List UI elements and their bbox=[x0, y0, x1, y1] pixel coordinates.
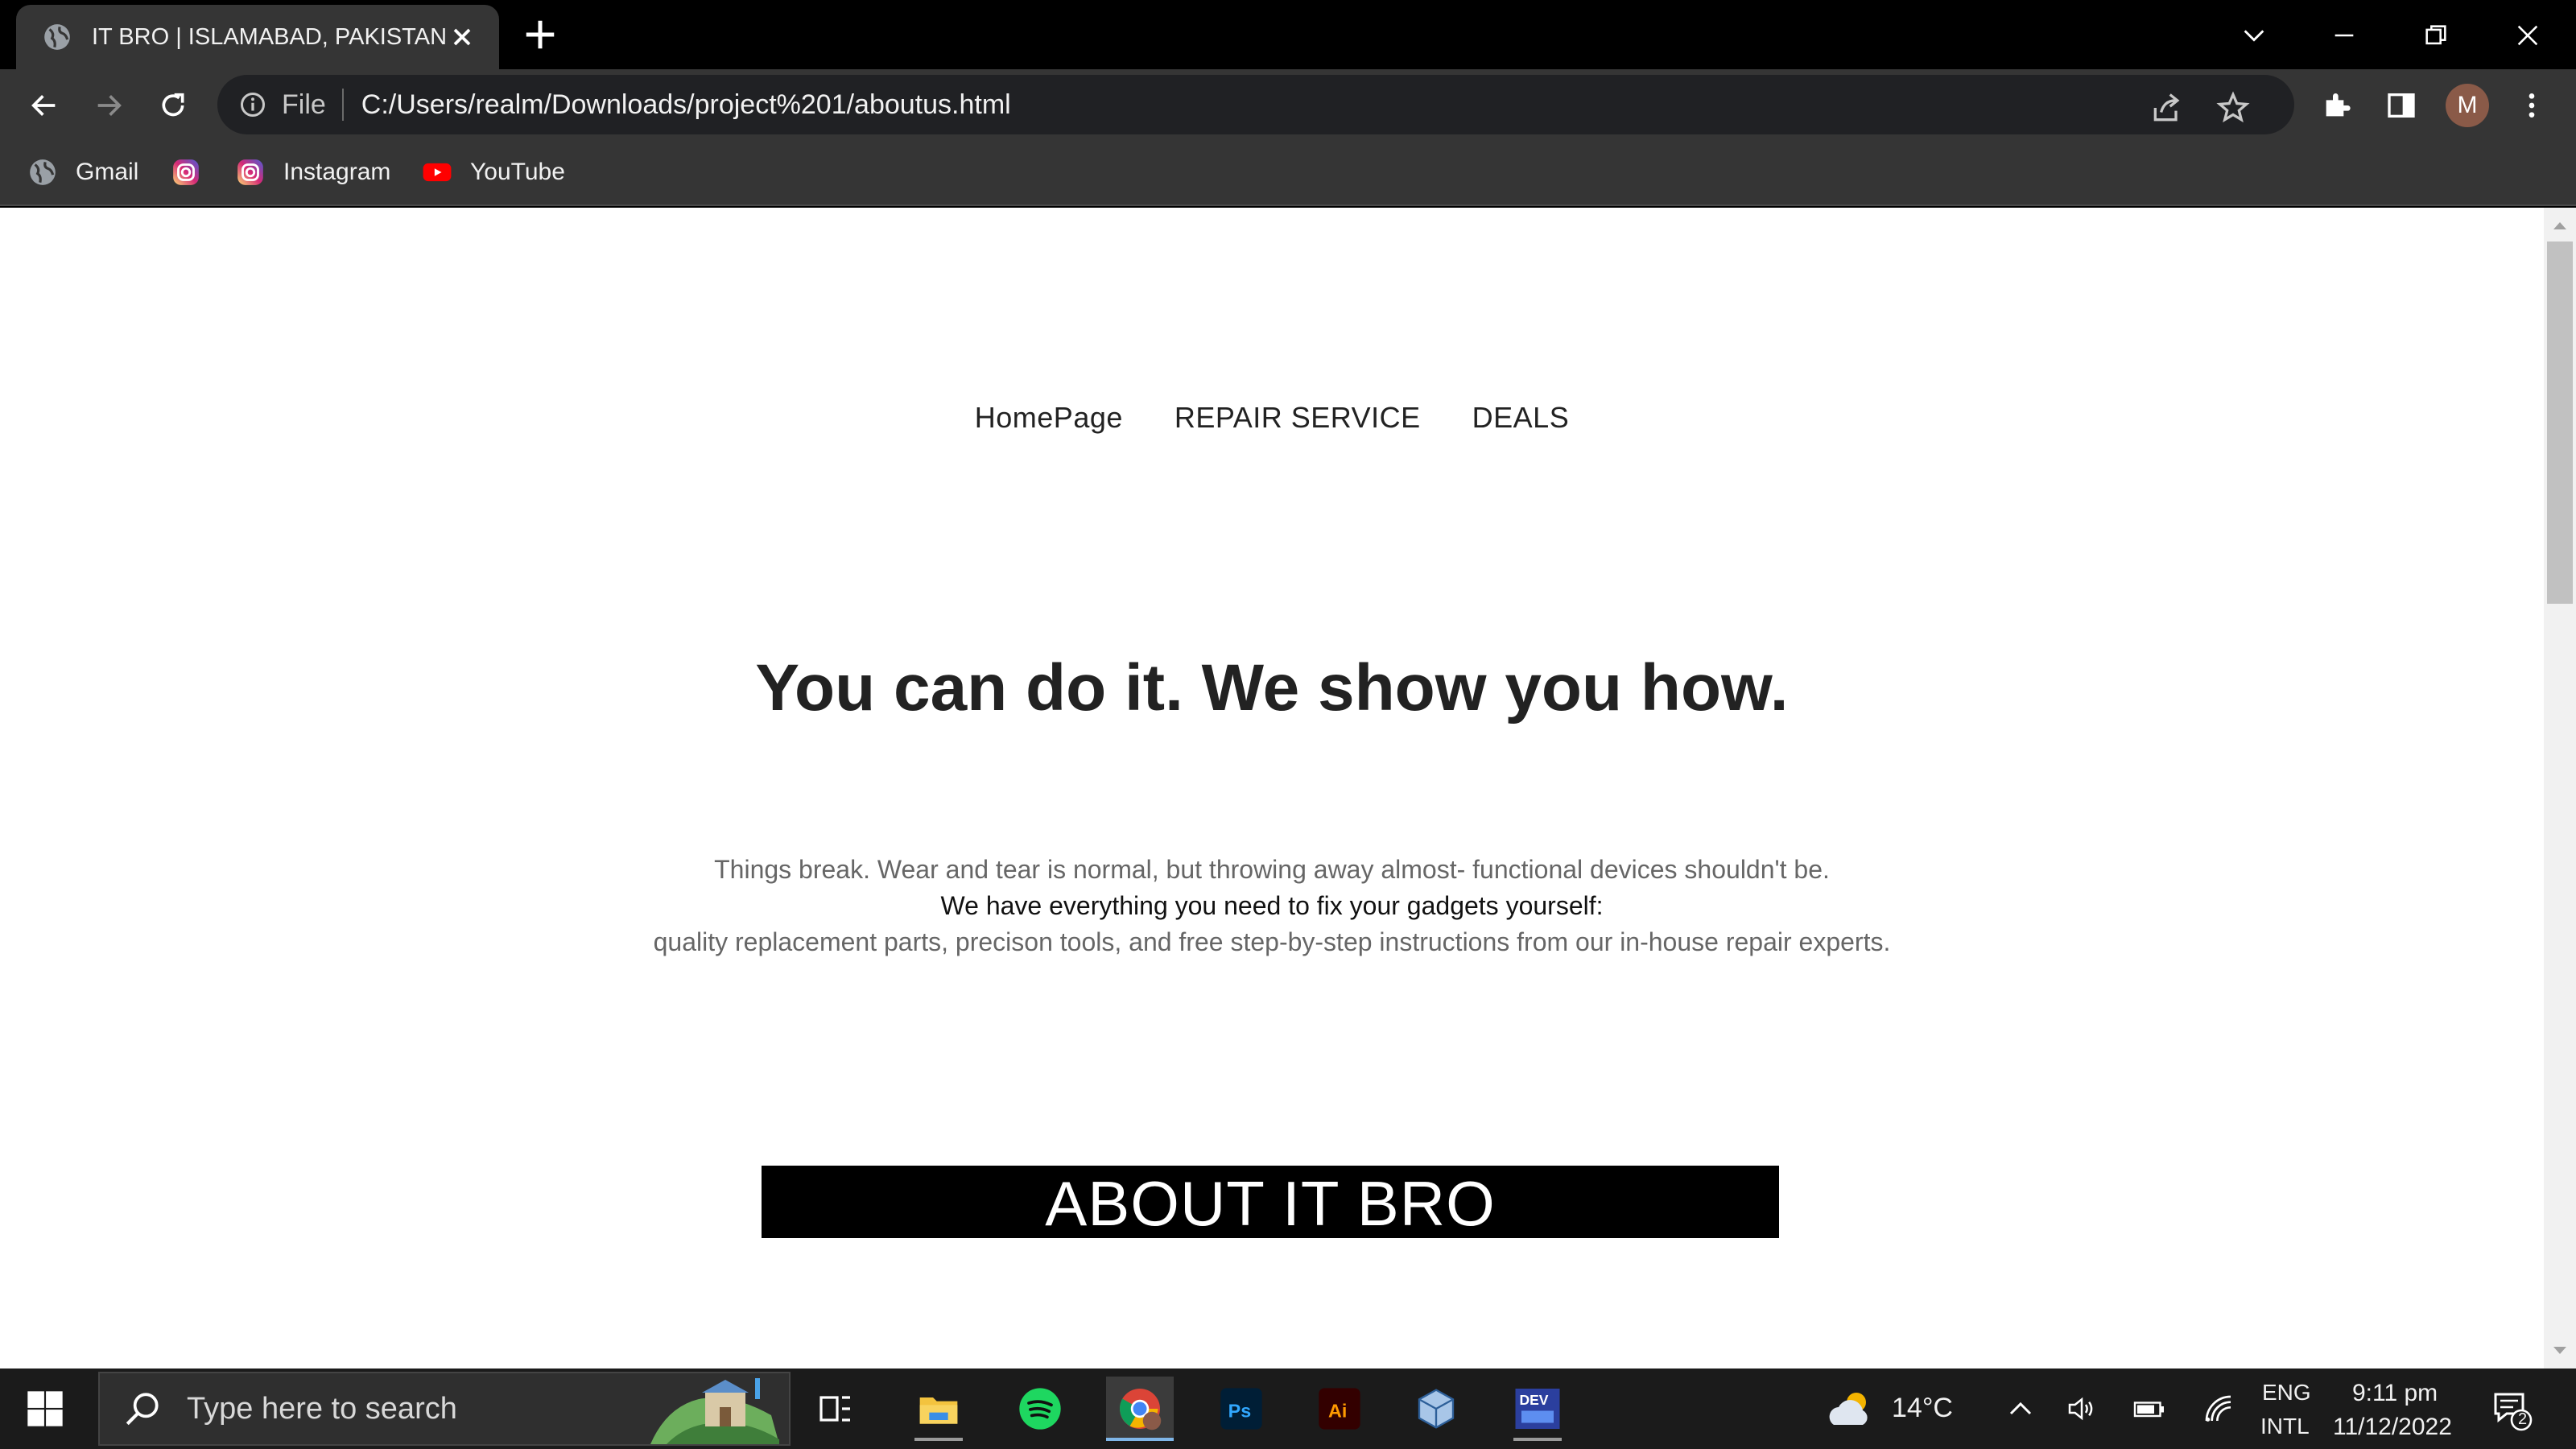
minimize-icon[interactable] bbox=[2320, 11, 2368, 60]
folder-icon bbox=[919, 1397, 958, 1424]
browser-toolbar: File C:/Users/realm/Downloads/project%20… bbox=[0, 69, 2576, 142]
address-separator bbox=[341, 89, 344, 121]
instagram-icon bbox=[173, 159, 199, 185]
bookmark-label: Gmail bbox=[76, 159, 139, 185]
volume-icon[interactable] bbox=[2066, 1393, 2098, 1425]
reload-icon bbox=[162, 93, 184, 117]
battery-icon[interactable] bbox=[2133, 1394, 2165, 1423]
star-icon[interactable] bbox=[2215, 90, 2251, 126]
close-tab-icon[interactable] bbox=[448, 23, 477, 52]
svg-text:Ps: Ps bbox=[1228, 1401, 1252, 1422]
youtube-icon bbox=[423, 163, 452, 182]
info-icon[interactable] bbox=[238, 90, 267, 119]
clock-time[interactable]: 9:11 pm bbox=[2352, 1380, 2438, 1407]
kebab-menu-icon bbox=[2529, 93, 2535, 118]
hero-title: You can do it. We show you how. bbox=[755, 651, 1789, 724]
description-line-3: quality replacement parts, precison tool… bbox=[653, 927, 1891, 956]
task-view-button[interactable] bbox=[802, 1377, 869, 1441]
profile-avatar[interactable]: M bbox=[2446, 84, 2489, 127]
page-viewport: HomePage REPAIR SERVICE DEALS You can do… bbox=[0, 208, 2544, 1368]
browser-tab[interactable]: IT BRO | ISLAMABAD, PAKISTAN bbox=[16, 5, 499, 69]
taskbar-file-explorer[interactable] bbox=[905, 1377, 972, 1441]
puzzle-icon bbox=[2326, 93, 2351, 117]
reload-button[interactable] bbox=[151, 84, 195, 127]
tab-search-icon[interactable] bbox=[2230, 11, 2278, 60]
search-placeholder: Type here to search bbox=[187, 1391, 457, 1426]
restore-icon[interactable] bbox=[2412, 11, 2460, 60]
description-line-1: Things break. Wear and tear is normal, b… bbox=[714, 855, 1830, 884]
windows-start-icon[interactable] bbox=[24, 1388, 66, 1430]
running-indicator bbox=[1513, 1438, 1562, 1441]
windows-taskbar: Type here to search Ps Ai DEV 14°C ENG I… bbox=[0, 1368, 2576, 1449]
svg-text:DEV: DEV bbox=[1520, 1392, 1549, 1408]
scrollbar-thumb[interactable] bbox=[2547, 242, 2573, 604]
search-highlight-illustration bbox=[650, 1378, 779, 1444]
virtualbox-icon bbox=[1418, 1389, 1455, 1429]
instagram-icon bbox=[237, 159, 263, 185]
side-panel-button[interactable] bbox=[2380, 84, 2423, 127]
clock-date[interactable]: 11/12/2022 bbox=[2333, 1414, 2452, 1441]
bookmarks-bar: Gmail Instagram YouTube bbox=[0, 142, 2576, 206]
chrome-icon bbox=[1119, 1389, 1162, 1430]
weather-cloud-sun-icon[interactable] bbox=[1824, 1386, 1876, 1431]
globe-icon bbox=[30, 159, 56, 185]
taskbar-dev-cpp[interactable]: DEV bbox=[1504, 1377, 1571, 1441]
taskbar-illustrator[interactable]: Ai bbox=[1306, 1377, 1373, 1441]
running-indicator bbox=[1106, 1438, 1174, 1441]
new-tab-icon[interactable] bbox=[522, 16, 559, 53]
taskbar-chrome[interactable] bbox=[1106, 1377, 1174, 1441]
language-indicator[interactable]: ENG bbox=[2262, 1380, 2311, 1406]
url-text[interactable]: C:/Users/realm/Downloads/project%201/abo… bbox=[361, 89, 1011, 121]
bookmark-instagram[interactable]: Instagram bbox=[235, 153, 390, 192]
description-line-2: We have everything you need to fix your … bbox=[940, 891, 1604, 920]
wifi-icon[interactable] bbox=[2202, 1393, 2235, 1425]
scroll-up-icon[interactable] bbox=[2552, 219, 2568, 232]
bookmark-instagram-icon-only[interactable] bbox=[171, 153, 219, 192]
tab-title: IT BRO | ISLAMABAD, PAKISTAN bbox=[92, 23, 448, 50]
bookmark-label: YouTube bbox=[470, 159, 565, 185]
taskbar-photoshop[interactable]: Ps bbox=[1208, 1377, 1275, 1441]
weather-temperature[interactable]: 14°C bbox=[1892, 1393, 1953, 1424]
search-icon bbox=[126, 1393, 159, 1426]
side-panel-icon bbox=[2388, 93, 2415, 118]
nav-repair-service[interactable]: REPAIR SERVICE bbox=[1174, 401, 1421, 435]
taskbar-search-box[interactable]: Type here to search bbox=[98, 1372, 791, 1446]
dev-cpp-icon: DEV bbox=[1515, 1389, 1560, 1429]
share-icon[interactable] bbox=[2149, 90, 2185, 126]
back-arrow-icon bbox=[31, 95, 56, 116]
show-hidden-icons-icon[interactable] bbox=[2006, 1394, 2035, 1423]
running-indicator bbox=[914, 1438, 963, 1441]
nav-homepage[interactable]: HomePage bbox=[975, 401, 1123, 435]
intro-description: Things break. Wear and tear is normal, b… bbox=[0, 852, 2544, 960]
svg-text:Ai: Ai bbox=[1328, 1401, 1347, 1422]
close-window-icon[interactable] bbox=[2504, 11, 2552, 60]
keyboard-layout-indicator[interactable]: INTL bbox=[2260, 1414, 2310, 1439]
bookmark-label: Instagram bbox=[283, 159, 391, 185]
scroll-down-icon[interactable] bbox=[2552, 1344, 2568, 1357]
taskbar-virtualbox[interactable] bbox=[1402, 1377, 1470, 1441]
notification-count-badge: 2 bbox=[2518, 1410, 2528, 1428]
spotify-icon bbox=[1019, 1388, 1061, 1430]
globe-icon bbox=[44, 24, 70, 50]
forward-button[interactable] bbox=[87, 84, 130, 127]
bookmark-gmail[interactable]: Gmail bbox=[27, 153, 138, 192]
about-heading: ABOUT IT BRO bbox=[762, 1166, 1779, 1239]
forward-arrow-icon bbox=[97, 95, 122, 116]
back-button[interactable] bbox=[23, 84, 66, 127]
extensions-button[interactable] bbox=[2315, 84, 2359, 127]
nav-deals[interactable]: DEALS bbox=[1472, 401, 1570, 435]
address-prefix: File bbox=[282, 89, 326, 120]
site-nav: HomePage REPAIR SERVICE DEALS bbox=[0, 401, 2544, 435]
page-scrollbar[interactable] bbox=[2544, 208, 2576, 1368]
address-bar[interactable]: File C:/Users/realm/Downloads/project%20… bbox=[217, 75, 2294, 134]
illustrator-icon: Ai bbox=[1319, 1388, 1360, 1430]
tab-strip: IT BRO | ISLAMABAD, PAKISTAN bbox=[0, 0, 2576, 69]
bookmark-youtube[interactable]: YouTube bbox=[422, 153, 565, 192]
taskbar-spotify[interactable] bbox=[1006, 1377, 1074, 1441]
menu-button[interactable] bbox=[2510, 84, 2553, 127]
photoshop-icon: Ps bbox=[1220, 1388, 1262, 1430]
task-view-icon bbox=[819, 1396, 850, 1422]
